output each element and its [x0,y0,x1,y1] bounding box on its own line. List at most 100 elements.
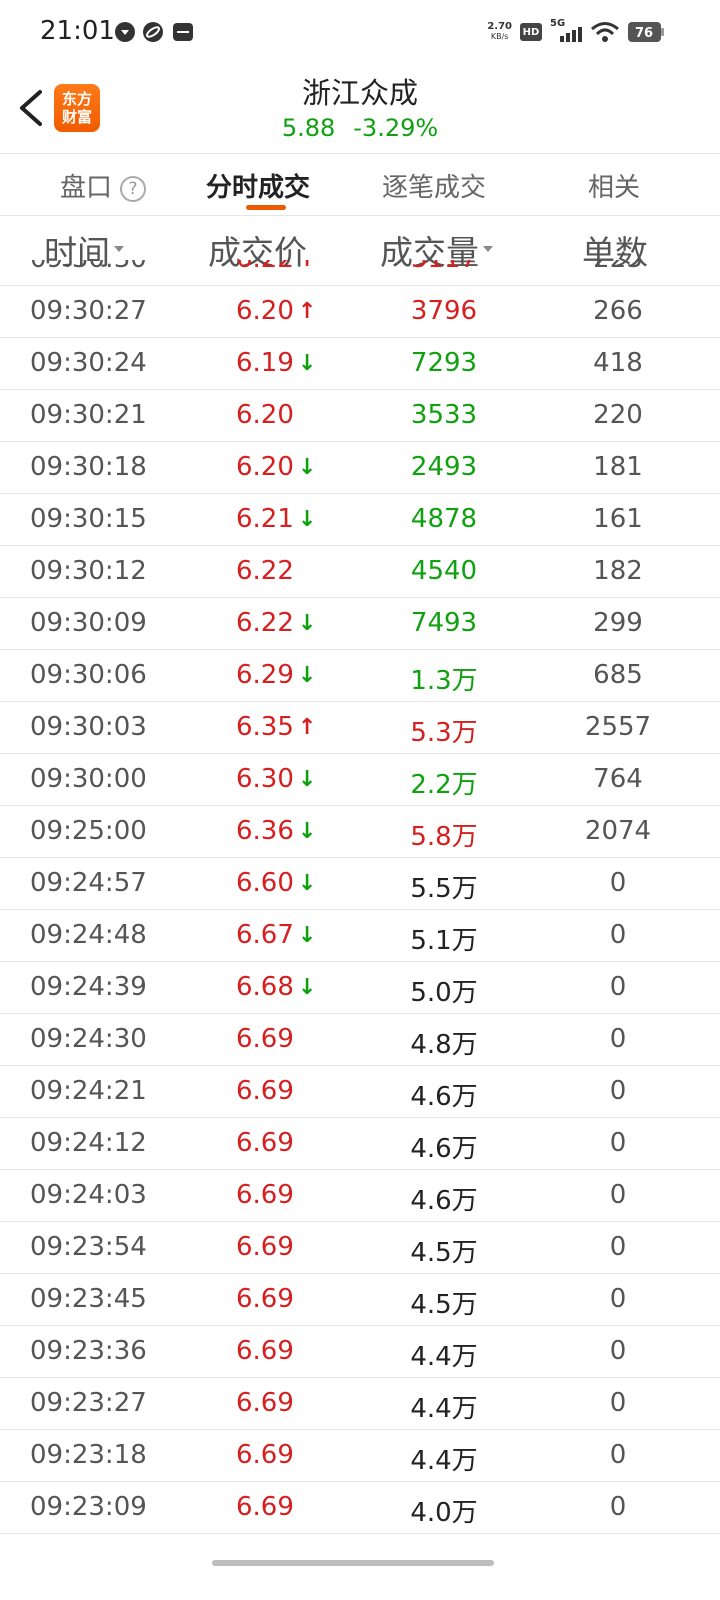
network-speed: 2.70 KB/s [487,21,512,42]
tab-tick-trades[interactable]: 逐笔成交 [382,167,486,204]
trade-count: 223 [593,260,643,274]
trade-time: 09:30:09 [30,608,147,638]
tab-order-book[interactable]: 盘口? [60,167,147,204]
arrow-down-icon: ↓ [297,767,317,792]
trade-volume: 1.3万 [410,666,478,696]
trade-count: 2074 [584,816,652,846]
trade-time: 09:30:24 [30,348,147,378]
arrow-down-icon: ↓ [297,975,317,1000]
trade-price: 6.69 [236,1180,294,1210]
table-row: 09:30:03 6.35 ↑ 5.3万 2557 [0,702,720,754]
trade-volume: 4.8万 [410,1030,478,1060]
app-screen: 21:01 2.70 KB/s HD 5G 76 东方 财富 浙江众成 5.88… [0,0,720,1600]
trade-price-cell: 6.67 ↓ [236,920,316,950]
trade-count: 0 [609,972,627,1002]
table-row: 09:24:12 6.69 4.6万 0 [0,1118,720,1170]
trade-price: 6.29 [236,660,294,690]
trade-volume: 5.3万 [410,718,478,748]
trade-price-cell: 6.21 ↓ [236,504,316,534]
trade-count: 0 [609,1232,627,1262]
trade-volume: 4.5万 [410,1290,478,1320]
trade-price: 6.60 [236,868,294,898]
table-row: 09:30:12 6.22 4540 182 [0,546,720,598]
stock-quote: 5.88 -3.29% [0,114,720,142]
tab-time-trades[interactable]: 分时成交 [206,167,310,204]
trade-time: 09:23:27 [30,1388,147,1418]
table-row: 09:23:18 6.69 4.4万 0 [0,1430,720,1482]
arrow-down-icon: ↓ [297,871,317,896]
trade-price-cell: 6.68 ↓ [236,972,316,1002]
trade-volume: 3117 [411,260,477,274]
arrow-up-icon: ↑ [297,299,317,324]
arrow-down-icon: ↓ [297,819,317,844]
trade-price: 6.19 [236,348,294,378]
trade-price-cell: 6.69 [236,1180,294,1210]
trade-volume: 5.0万 [410,978,478,1008]
table-row: 09:23:09 6.69 4.0万 0 [0,1482,720,1534]
table-row: 09:23:45 6.69 4.5万 0 [0,1274,720,1326]
trade-price-cell: 6.22 ↓ [236,608,316,638]
table-row: 09:30:30 6.22 ↑ 3117 223 [0,260,720,286]
sort-caret-icon [483,246,493,252]
table-row: 09:25:00 6.36 ↓ 5.8万 2074 [0,806,720,858]
trade-volume: 4.0万 [410,1498,478,1528]
trade-time: 09:24:03 [30,1180,147,1210]
trade-price-cell: 6.69 [236,1232,294,1262]
arrow-up-icon: ↑ [297,715,317,740]
table-row: 09:30:06 6.29 ↓ 1.3万 685 [0,650,720,702]
trade-price: 6.35 [236,712,294,742]
tab-related[interactable]: 相关 [588,167,640,204]
trade-price-cell: 6.69 [236,1024,294,1054]
trade-time: 09:24:39 [30,972,147,1002]
trade-volume: 7493 [410,608,478,638]
trade-price: 6.69 [236,1128,294,1158]
trade-price-cell: 6.20 ↓ [236,452,316,482]
trade-count: 0 [609,920,627,950]
tab-bar: 盘口? 分时成交 逐笔成交 相关 [0,155,720,215]
table-row: 09:23:54 6.69 4.5万 0 [0,1222,720,1274]
wifi-icon [591,22,619,42]
table-row: 09:24:57 6.60 ↓ 5.5万 0 [0,858,720,910]
trade-price-cell: 6.30 ↓ [236,764,316,794]
trade-volume: 2493 [410,452,478,482]
arrow-down-icon: ↓ [297,663,317,688]
trade-time: 09:30:06 [30,660,147,690]
trade-time: 09:30:03 [30,712,147,742]
trade-price: 6.69 [236,1440,294,1470]
trade-price-cell: 6.36 ↓ [236,816,316,846]
link-icon [143,22,163,42]
trade-count: 0 [609,1388,627,1418]
trade-price-cell: 6.69 [236,1336,294,1366]
trade-count: 0 [609,1440,627,1470]
trade-time: 09:30:18 [30,452,147,482]
trade-price: 6.30 [236,764,294,794]
trade-price-cell: 6.69 [236,1076,294,1106]
table-row: 09:24:39 6.68 ↓ 5.0万 0 [0,962,720,1014]
trade-price-cell: 6.35 ↑ [236,712,316,742]
trade-price-cell: 6.69 [236,1128,294,1158]
trade-time: 09:24:12 [30,1128,147,1158]
trade-price-cell: 6.60 ↓ [236,868,316,898]
trade-count: 764 [593,764,643,794]
home-indicator[interactable] [212,1560,494,1566]
trade-volume: 2.2万 [410,770,478,800]
trade-count: 0 [609,1492,627,1522]
battery-icon: 76 [628,22,664,42]
trade-price-cell: 6.20 [236,400,294,430]
hd-icon: HD [520,23,542,41]
trade-price-cell: 6.20 ↑ [236,296,316,326]
trade-volume: 4878 [410,504,478,534]
trade-time: 09:23:36 [30,1336,147,1366]
trade-count: 418 [593,348,643,378]
trade-volume: 3796 [410,296,478,326]
table-row: 09:30:18 6.20 ↓ 2493 181 [0,442,720,494]
svg-text:76: 76 [635,26,653,41]
arrow-down-icon: ↓ [297,611,317,636]
help-icon[interactable]: ? [120,176,147,202]
trade-price: 6.69 [236,1492,294,1522]
trades-table[interactable]: 09:30:306.22↑311722309:30:276.20↑3796266… [0,260,720,1560]
arrow-down-icon: ↓ [297,351,317,376]
sort-caret-icon [114,246,124,252]
trade-volume: 7293 [410,348,478,378]
trade-price: 6.68 [236,972,294,1002]
